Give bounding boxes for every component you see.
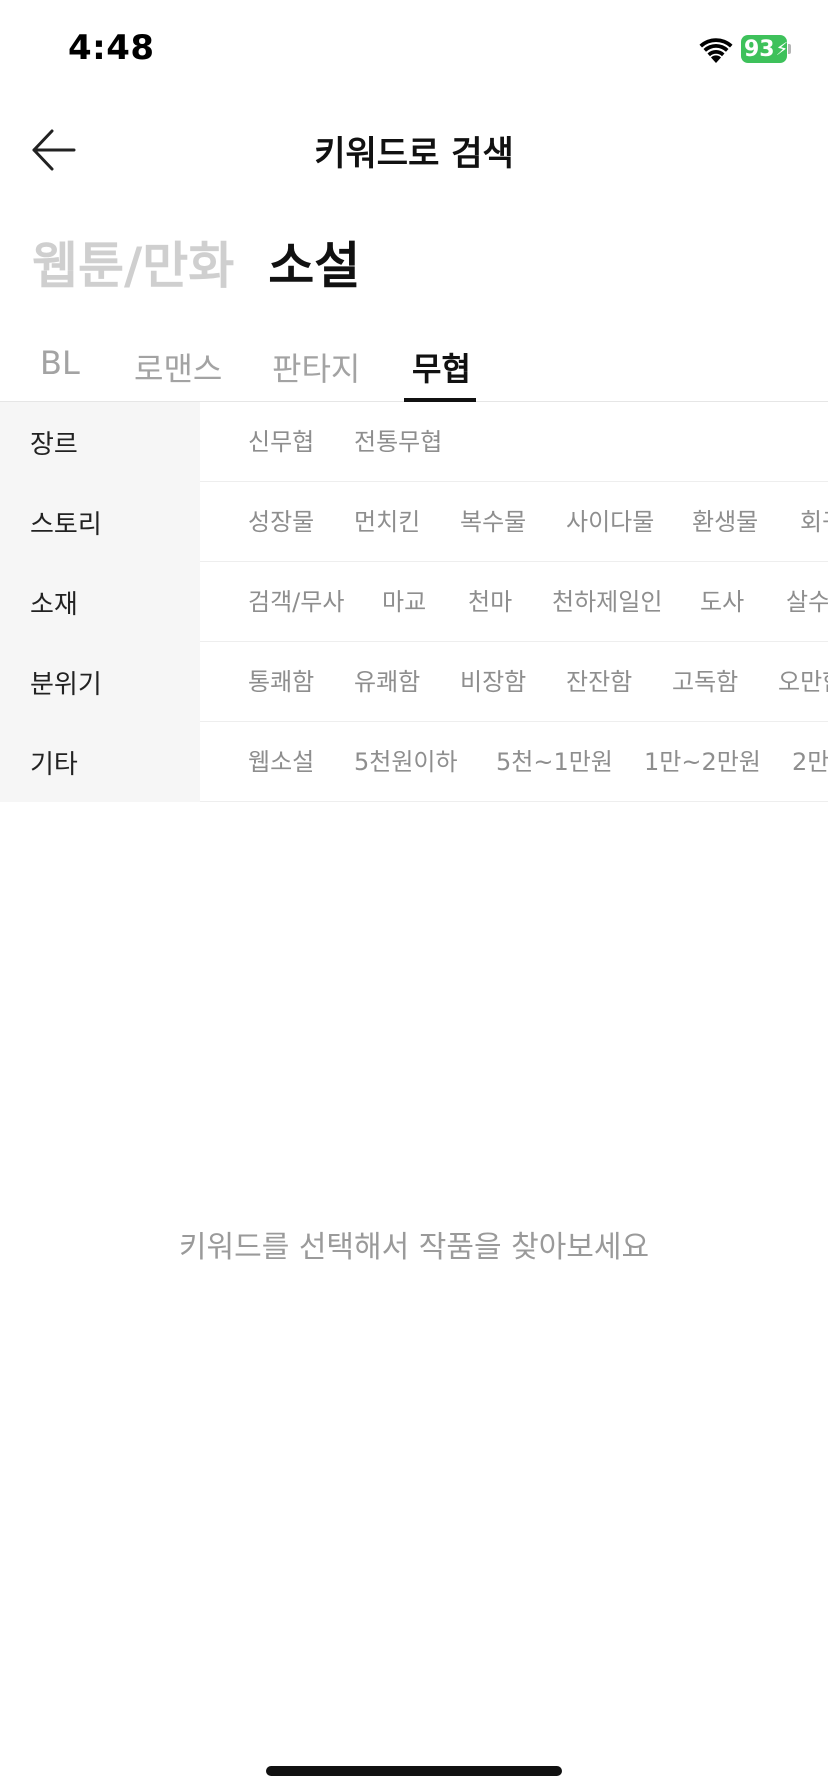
keyword-chip[interactable]: 통쾌함 [248,642,314,722]
filter-chips: 웹소설 5천원이하 5천~1만원 1만~2만원 2만 [200,722,828,802]
keyword-chip[interactable]: 복수물 [460,482,526,562]
genre-tabs: BL 로맨스 판타지 무협 [0,338,828,402]
keyword-chip[interactable]: 천마 [468,562,512,642]
keyword-chip[interactable]: 성장물 [248,482,314,562]
genre-tab-martial-arts[interactable]: 무협 [412,344,471,402]
keyword-chip[interactable]: 먼치킨 [354,482,420,562]
filter-label: 분위기 [30,669,102,700]
filter-label-cell: 장르 [0,402,200,482]
genre-tab-romance[interactable]: 로맨스 [134,344,222,402]
filter-chips: 성장물 먼치킨 복수물 사이다물 환생물 회귀 [200,482,828,562]
filter-label-cell: 소재 [0,562,200,642]
filter-chips: 통쾌함 유쾌함 비장함 잔잔함 고독함 오만함 [200,642,828,722]
battery-icon: 93 ⚡ [741,35,791,63]
status-time: 4:48 [68,28,155,68]
filter-row-etc: 기타 웹소설 5천원이하 5천~1만원 1만~2만원 2만 [0,722,828,802]
keyword-chip[interactable]: 검객/무사 [248,562,344,642]
home-indicator[interactable] [266,1766,562,1776]
keyword-chip[interactable]: 1만~2만원 [644,722,761,802]
battery-percent: 93 [744,36,775,62]
wifi-icon [699,38,733,63]
keyword-chip[interactable]: 2만 [792,722,828,802]
keyword-chip[interactable]: 고독함 [672,642,738,722]
keyword-chip[interactable]: 유쾌함 [354,642,420,722]
page-title: 키워드로 검색 [314,134,514,174]
filter-row-genre: 장르 신무협 전통무협 [0,402,828,482]
charging-bolt-icon: ⚡ [775,38,789,60]
keyword-chip[interactable]: 마교 [382,562,426,642]
keyword-chip[interactable]: 웹소설 [248,722,314,802]
keyword-chip[interactable]: 5천원이하 [354,722,458,802]
filter-label: 스토리 [30,509,102,540]
battery-level: 93 ⚡ [741,35,789,63]
header: 키워드로 검색 [0,100,828,200]
keyword-chip[interactable]: 비장함 [460,642,526,722]
keyword-chip[interactable]: 회귀 [800,482,828,562]
keyword-chip[interactable]: 사이다물 [566,482,654,562]
filter-label: 소재 [30,589,78,620]
filter-row-story: 스토리 성장물 먼치킨 복수물 사이다물 환생물 회귀 [0,482,828,562]
primary-tabs: 웹툰/만화 소설 [32,236,394,296]
keyword-chip[interactable]: 5천~1만원 [496,722,613,802]
filter-label-cell: 스토리 [0,482,200,562]
screen: 4:48 93⚡ 키워드로 검색 웹툰/만화 소설 BL 로맨스 판타지 무협 [0,0,828,1792]
keyword-chip[interactable]: 살수 [786,562,828,642]
keyword-chip[interactable]: 잔잔함 [566,642,632,722]
keyword-filter-table: 장르 신무협 전통무협 스토리 성장물 먼치킨 복수물 사이다물 환생물 회귀 … [0,402,828,802]
battery-cap [788,44,791,54]
filter-row-mood: 분위기 통쾌함 유쾌함 비장함 잔잔함 고독함 오만함 [0,642,828,722]
empty-state-message: 키워드를 선택해서 작품을 찾아보세요 [178,1230,650,1265]
filter-label: 기타 [30,749,78,780]
genre-tab-fantasy[interactable]: 판타지 [272,344,360,402]
tab-novel[interactable]: 소설 [268,236,360,296]
filter-row-material: 소재 검객/무사 마교 천마 천하제일인 도사 살수 [0,562,828,642]
keyword-chip[interactable]: 전통무협 [354,402,442,482]
filter-chips: 검객/무사 마교 천마 천하제일인 도사 살수 [200,562,828,642]
keyword-chip[interactable]: 신무협 [248,402,314,482]
keyword-chip[interactable]: 천하제일인 [552,562,662,642]
keyword-chip[interactable]: 도사 [700,562,744,642]
filter-label-cell: 기타 [0,722,200,802]
tab-webtoon[interactable]: 웹툰/만화 [32,236,234,296]
filter-label: 장르 [30,429,78,460]
keyword-chip[interactable]: 환생물 [692,482,758,562]
filter-label-cell: 분위기 [0,642,200,722]
status-bar: 4:48 93 ⚡ [0,0,828,100]
keyword-chip[interactable]: 오만함 [778,642,828,722]
filter-chips: 신무협 전통무협 [200,402,828,482]
genre-tab-bl[interactable]: BL [40,344,80,402]
